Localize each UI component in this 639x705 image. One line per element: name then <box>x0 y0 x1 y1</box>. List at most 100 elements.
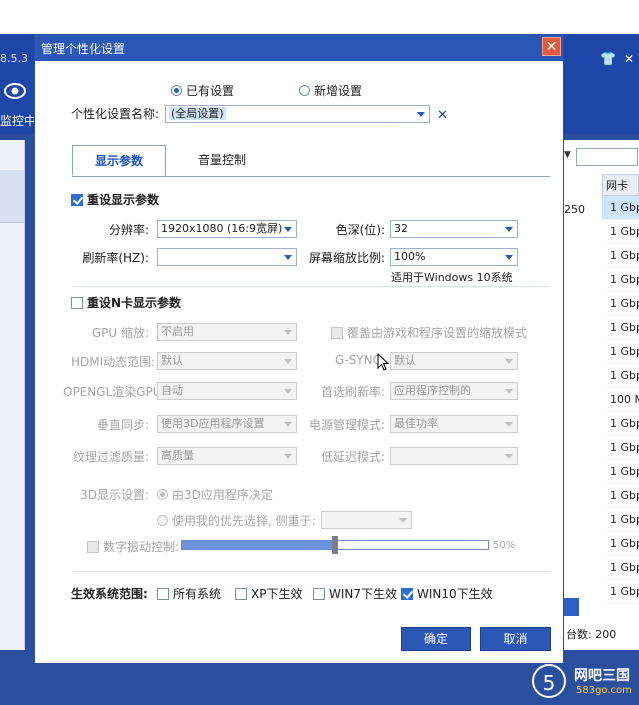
radio-dot[interactable] <box>157 515 168 526</box>
table-row[interactable]: 1 Gbp <box>602 316 639 340</box>
override-scaling-checkbox[interactable]: 覆盖由游戏和程序设置的缩放模式 <box>331 324 527 341</box>
hdmi-range-select[interactable]: 默认 <box>157 352 297 370</box>
checkbox-box[interactable] <box>157 587 169 600</box>
gsync-value: 默认 <box>394 354 416 367</box>
chevron-down-icon[interactable] <box>417 112 425 117</box>
tab-display-params[interactable]: 显示参数 <box>72 145 166 176</box>
total-count: 台数: 200 <box>566 628 617 641</box>
table-row[interactable]: 1 Gbp <box>602 196 639 220</box>
hdmi-range-value: 默认 <box>161 354 183 367</box>
chevron-down-icon[interactable] <box>284 454 292 459</box>
checkbox-box[interactable] <box>401 587 413 600</box>
low-latency-select[interactable] <box>390 447 518 465</box>
checkbox-box[interactable] <box>313 587 325 600</box>
checkbox-box[interactable] <box>71 296 83 309</box>
chevron-down-icon[interactable] <box>505 255 513 260</box>
resolution-select[interactable]: 1920x1080 (16:9宽屏) <box>157 220 297 238</box>
radio-3d-my-preference[interactable]: 使用我的优先选择, 侧重于: <box>157 512 316 529</box>
refresh-rate-select[interactable] <box>157 248 297 266</box>
texture-filter-select[interactable]: 高质量 <box>157 447 297 465</box>
radio-existing-settings[interactable]: 已有设置 <box>171 82 234 99</box>
vsync-label: 垂直同步: <box>96 418 149 432</box>
table-row[interactable]: 1 Gbp <box>602 268 639 292</box>
chevron-down-icon[interactable] <box>284 227 292 232</box>
table-row[interactable]: 1 Gbp <box>602 292 639 316</box>
reset-display-checkbox[interactable]: 重设显示参数 <box>71 191 159 208</box>
chevron-down-icon[interactable] <box>505 454 513 459</box>
scope-all-checkbox[interactable]: 所有系统 <box>157 585 221 602</box>
table-row[interactable]: 1 Gbp <box>602 460 639 484</box>
chevron-down-icon[interactable] <box>284 255 292 260</box>
checkbox-box[interactable] <box>331 326 343 339</box>
table-row[interactable]: 1 Gbp <box>602 244 639 268</box>
gpu-scale-select[interactable]: 不启用 <box>157 323 297 341</box>
power-mode-label: 电源管理模式: <box>308 418 385 432</box>
ok-button[interactable]: 确定 <box>401 627 471 651</box>
color-depth-label: 色深(位): <box>335 223 385 237</box>
checkbox-box[interactable] <box>235 587 247 600</box>
table-row[interactable]: 1 Gbp <box>602 436 639 460</box>
radio-3d-app-decides[interactable]: 由3D应用程序决定 <box>157 486 273 503</box>
setting-name-select[interactable]: (全局设置) <box>165 105 430 123</box>
checkbox-box[interactable] <box>87 540 99 553</box>
vsync-select[interactable]: 使用3D应用程序设置 <box>157 415 297 433</box>
slider-thumb[interactable] <box>332 536 338 554</box>
table-row[interactable]: 100 Mb <box>602 388 639 412</box>
checkbox-label: WIN10下生效 <box>417 587 493 601</box>
screen-scale-select[interactable]: 100% <box>390 248 518 266</box>
table-row[interactable]: 1 Gbp <box>602 508 639 532</box>
clear-setting-button[interactable]: ✕ <box>437 108 448 123</box>
table-row[interactable]: 1 Gbp <box>602 556 639 580</box>
preferred-refresh-select[interactable]: 应用程序控制的 <box>390 382 518 400</box>
chevron-down-icon[interactable] <box>505 227 513 232</box>
radio-dot[interactable] <box>157 489 168 500</box>
hdmi-range-label: HDMI动态范围: <box>71 355 156 369</box>
chevron-down-icon[interactable] <box>505 422 513 427</box>
3d-preference-select[interactable] <box>321 511 412 529</box>
color-depth-select[interactable]: 32 <box>390 220 518 238</box>
cancel-button[interactable]: 取消 <box>480 627 551 651</box>
digital-vibrance-checkbox[interactable]: 数字振动控制: <box>87 538 179 555</box>
table-row[interactable]: 1 Gbp <box>602 412 639 436</box>
dialog-titlebar[interactable]: 管理个性化设置 ✕ <box>35 35 563 61</box>
table-row[interactable]: 1 Gbp <box>602 364 639 388</box>
table-row[interactable]: 1 Gbp <box>602 220 639 244</box>
tab-volume-control[interactable]: 音量控制 <box>182 145 262 175</box>
close-icon[interactable]: ✕ <box>624 52 634 66</box>
scope-label: 生效系统范围: <box>71 587 148 601</box>
chevron-down-icon[interactable] <box>284 422 292 427</box>
opengl-gpu-select[interactable]: 自动 <box>157 382 297 400</box>
radio-dot[interactable] <box>171 85 182 96</box>
radio-dot[interactable] <box>299 85 310 96</box>
chevron-down-icon[interactable] <box>284 359 292 364</box>
chevron-down-icon[interactable]: ▼ <box>564 150 571 160</box>
vibrance-slider[interactable] <box>181 536 489 554</box>
chevron-down-icon[interactable] <box>505 389 513 394</box>
background-table: ▼ 网卡速 250 1 Gbp1 Gbp1 Gbp1 Gbp1 Gbp1 Gbp… <box>560 140 639 650</box>
checkbox-label: 重设显示参数 <box>87 193 160 207</box>
low-latency-label: 低延迟模式: <box>320 450 385 464</box>
radio-new-settings[interactable]: 新增设置 <box>299 82 362 99</box>
scope-xp-checkbox[interactable]: XP下生效 <box>235 585 302 602</box>
chevron-down-icon[interactable] <box>284 389 292 394</box>
table-row[interactable]: 1 Gbp <box>602 580 639 604</box>
personalization-dialog: 管理个性化设置 ✕ 已有设置 新增设置 个性化设置名称: (全局设置) ✕ 显示… <box>34 34 564 664</box>
table-row[interactable]: 1 Gbp <box>602 484 639 508</box>
checkbox-box[interactable] <box>71 193 83 206</box>
power-mode-select[interactable]: 最佳功率 <box>390 415 518 433</box>
search-input[interactable] <box>576 148 638 166</box>
slider-fill <box>182 541 335 549</box>
reset-nvidia-checkbox[interactable]: 重设N卡显示参数 <box>71 294 181 311</box>
scope-win7-checkbox[interactable]: WIN7下生效 <box>313 585 397 602</box>
chevron-down-icon[interactable] <box>399 518 407 523</box>
chevron-down-icon[interactable] <box>284 330 292 335</box>
scope-win10-checkbox[interactable]: WIN10下生效 <box>401 585 493 602</box>
column-header-nic-speed[interactable]: 网卡速 <box>602 174 639 214</box>
skin-icon[interactable]: 👕 <box>600 52 616 67</box>
chevron-down-icon[interactable] <box>505 359 513 364</box>
table-row[interactable]: 1 Gbp <box>602 340 639 364</box>
close-button[interactable]: ✕ <box>542 37 561 56</box>
gsync-select[interactable]: 默认 <box>390 352 518 370</box>
gpu-scale-label: GPU 缩放: <box>91 326 149 340</box>
table-row[interactable]: 1 Gbp <box>602 532 639 556</box>
